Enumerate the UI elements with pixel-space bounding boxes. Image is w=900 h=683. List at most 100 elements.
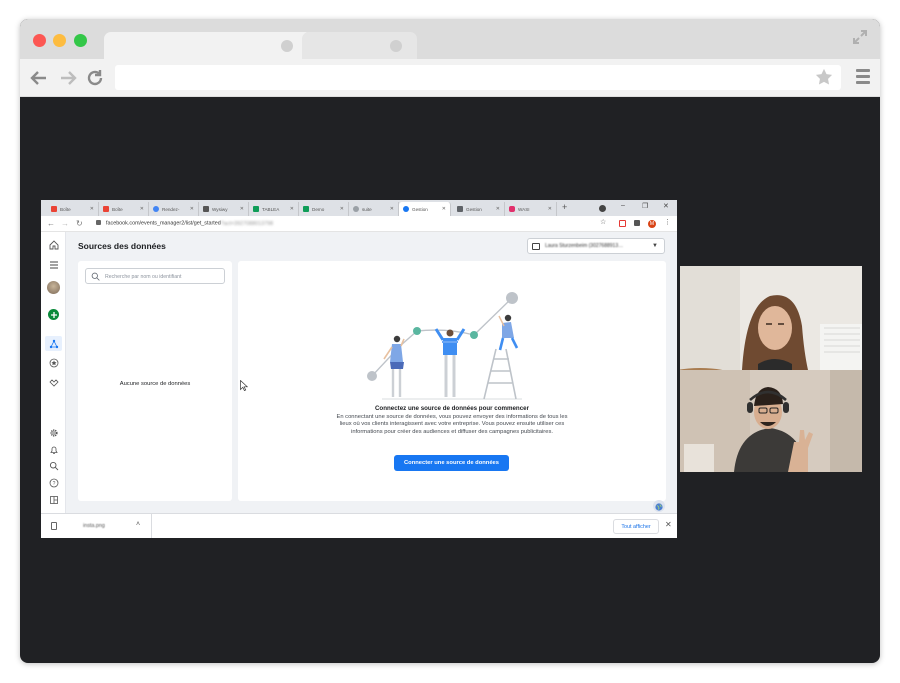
connect-data-illustration: [367, 292, 522, 400]
tab-close-icon[interactable]: ✕: [548, 206, 552, 212]
browser-menu-icon[interactable]: [856, 69, 870, 85]
tab-close-icon[interactable]: [390, 40, 402, 52]
profile-circle-icon[interactable]: [599, 205, 606, 212]
tab-close-icon[interactable]: ✕: [190, 206, 194, 212]
fullscreen-icon[interactable]: [852, 29, 868, 45]
search-icon: [91, 272, 100, 281]
inner-tab[interactable]: Boîte ✕: [99, 202, 149, 216]
minimize-window-button[interactable]: [53, 34, 66, 47]
connect-data-source-button[interactable]: Connecter une source de données: [394, 455, 509, 471]
tab-close-icon[interactable]: [281, 40, 293, 52]
gear-icon[interactable]: [48, 427, 59, 438]
inner-tab[interactable]: Boîte ✕: [47, 202, 99, 216]
tab-close-icon[interactable]: ✕: [340, 206, 344, 212]
tab-close-icon[interactable]: ✕: [390, 206, 394, 212]
avatar[interactable]: [47, 281, 60, 294]
get-started-description: En connectant une source de données, vou…: [336, 414, 568, 435]
maximize-window-button[interactable]: [74, 34, 87, 47]
handshake-icon[interactable]: [48, 377, 59, 388]
tab-label: TABLEA: [262, 206, 280, 212]
doc-icon: [203, 206, 209, 212]
empty-sources-message: Aucune source de données: [119, 381, 191, 387]
tab-close-icon[interactable]: ✕: [442, 206, 446, 212]
webcam-tile-participant-1: [680, 266, 862, 370]
restore-icon[interactable]: ❐: [642, 202, 648, 210]
globe-icon: [353, 206, 359, 212]
page-title: Sources des données: [78, 241, 166, 251]
reload-icon[interactable]: [84, 67, 106, 89]
download-file-name[interactable]: insta.png: [83, 523, 105, 529]
inner-address-bar[interactable]: facebook.com/events_manager2/list/get_st…: [96, 220, 273, 227]
search-placeholder: Recherche par nom ou identifiant: [105, 273, 182, 280]
tab-close-icon[interactable]: ✕: [290, 206, 294, 212]
tab-label: Boîte: [60, 206, 71, 212]
minimize-icon[interactable]: –: [621, 202, 625, 209]
close-icon[interactable]: ✕: [665, 520, 672, 529]
url-text: facebook.com/events_manager2/list/get_st…: [106, 220, 221, 227]
tab-close-icon[interactable]: ✕: [90, 206, 94, 212]
chevron-up-icon[interactable]: ˄: [136, 521, 140, 528]
instagram-icon: [509, 206, 515, 212]
language-globe-button[interactable]: [653, 500, 665, 512]
avatar[interactable]: M: [648, 220, 656, 228]
show-all-downloads-button[interactable]: Tout afficher: [613, 519, 659, 534]
extensions-puzzle-icon[interactable]: [634, 220, 640, 226]
events-manager-icon[interactable]: [45, 336, 62, 351]
bookmark-star-icon[interactable]: ☆: [600, 218, 607, 226]
outer-address-bar[interactable]: [115, 65, 841, 90]
tab-close-icon[interactable]: ✕: [496, 206, 500, 212]
panel-toggle-icon[interactable]: [48, 494, 59, 505]
kebab-menu-icon[interactable]: ⋮: [664, 218, 671, 226]
home-icon[interactable]: [48, 239, 59, 250]
bell-icon[interactable]: [48, 444, 59, 455]
inner-toolbar: ← → ↻ facebook.com/events_manager2/list/…: [41, 216, 677, 232]
outer-tab-inactive[interactable]: [302, 32, 417, 59]
reload-icon[interactable]: ↻: [76, 219, 83, 228]
search-icon[interactable]: [48, 460, 59, 471]
data-sources-list-panel: Recherche par nom ou identifiant Aucune …: [78, 261, 232, 501]
bookmark-star-icon[interactable]: [815, 68, 833, 86]
drive-icon: [253, 206, 259, 212]
close-window-button[interactable]: [33, 34, 46, 47]
new-tab-button[interactable]: +: [562, 202, 567, 212]
back-arrow-icon[interactable]: ←: [47, 219, 55, 228]
close-icon[interactable]: ✕: [663, 202, 669, 210]
hamburger-menu-icon[interactable]: [48, 259, 59, 270]
gmail-icon: [103, 206, 109, 212]
outer-tab-active[interactable]: [104, 32, 312, 59]
outer-toolbar: [20, 59, 880, 97]
inner-tab[interactable]: Demo ✕: [299, 202, 349, 216]
tab-label: Wysiwy: [212, 206, 228, 212]
inner-tab-active[interactable]: Gestion ✕: [399, 202, 451, 216]
tab-close-icon[interactable]: ✕: [240, 206, 244, 212]
tab-label: suite: [362, 206, 372, 212]
inner-tab[interactable]: WASI ✕: [505, 202, 557, 216]
window-icon: [457, 206, 463, 212]
globe-icon: [655, 503, 663, 511]
downloads-bar: insta.png ˄ Tout afficher ✕: [41, 513, 677, 538]
inner-tab[interactable]: Wysiwy ✕: [199, 202, 249, 216]
chevron-down-icon: ▼: [652, 243, 658, 249]
create-plus-icon[interactable]: [48, 309, 59, 320]
shared-screen: Boîte ✕ Boîte ✕ Rendez- ✕ Wysiwy ✕ TABLE…: [41, 200, 677, 538]
forward-arrow-icon[interactable]: →: [61, 219, 69, 228]
file-icon: [51, 522, 57, 530]
inner-tab[interactable]: Gestion ✕: [453, 202, 505, 216]
webcam-tile-participant-2: [680, 370, 862, 472]
star-icon[interactable]: [48, 357, 59, 368]
facebook-icon: [403, 206, 409, 212]
inner-tab[interactable]: suite ✕: [349, 202, 399, 216]
inner-tab[interactable]: Rendez- ✕: [149, 202, 199, 216]
back-arrow-icon[interactable]: [28, 67, 50, 89]
gmail-icon: [51, 206, 57, 212]
forward-arrow-icon[interactable]: [57, 67, 79, 89]
account-name: Laura Sturzenbeim (3027688913…: [545, 243, 624, 249]
extension-red-icon[interactable]: [619, 220, 626, 227]
help-icon[interactable]: ?: [48, 477, 59, 488]
tab-close-icon[interactable]: ✕: [140, 206, 144, 212]
search-input[interactable]: Recherche par nom ou identifiant: [85, 268, 225, 284]
account-icon: [532, 243, 540, 250]
events-manager-page: ? Sources des données Laura Sturzenbeim …: [41, 232, 677, 513]
inner-tab[interactable]: TABLEA ✕: [249, 202, 299, 216]
ad-account-dropdown[interactable]: Laura Sturzenbeim (3027688913… ▼: [527, 238, 665, 254]
